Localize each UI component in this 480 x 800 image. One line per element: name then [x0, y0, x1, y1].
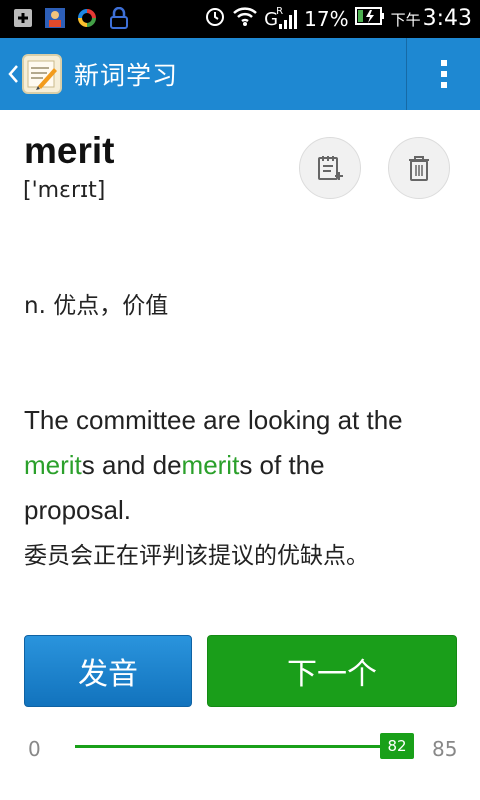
- wifi-icon: [232, 5, 258, 32]
- battery-icon: [354, 6, 385, 31]
- status-bar: G R 17% 下午3:43: [0, 0, 480, 38]
- action-bar: 新词学习: [0, 38, 480, 110]
- add-to-notebook-button[interactable]: [299, 137, 361, 199]
- signal-icon: G R: [264, 5, 298, 30]
- word-phonetic: ['mɛrɪt]: [23, 178, 106, 203]
- example-sentence: The committee are looking at the merits …: [24, 398, 464, 533]
- add-note-icon: [318, 156, 343, 180]
- delete-word-button[interactable]: [388, 137, 450, 199]
- clock: 下午3:43: [391, 6, 472, 31]
- sync-icon: [76, 7, 98, 29]
- example-text: s and de: [81, 450, 182, 480]
- example-highlight: merit: [181, 450, 240, 480]
- progress-min-label: 0: [28, 737, 41, 761]
- example-highlight: merit: [24, 450, 82, 480]
- app-logo-icon: [22, 54, 62, 94]
- progress-max-label: 85: [432, 737, 458, 761]
- trash-icon: [409, 156, 429, 181]
- roaming-label: R: [276, 5, 284, 17]
- lock-icon: [108, 7, 130, 29]
- example-line-2: merits and demerits of the: [24, 443, 464, 488]
- contacts-icon: [44, 7, 66, 29]
- more-vertical-icon: [440, 60, 447, 88]
- word-definition: n. 优点，价值: [24, 293, 169, 319]
- example-translation: 委员会正在评判该提议的优缺点。: [24, 543, 369, 569]
- pronounce-button[interactable]: 发音: [24, 635, 192, 707]
- time-value: 3:43: [422, 6, 472, 31]
- example-text: s of the: [239, 450, 325, 480]
- time-prefix: 下午: [390, 11, 421, 29]
- progress-track[interactable]: [75, 745, 405, 748]
- example-line-1: The committee are looking at the: [24, 405, 403, 435]
- overflow-menu-button[interactable]: [407, 38, 480, 110]
- alarm-icon: [204, 5, 226, 32]
- battery-percent: 17%: [304, 6, 349, 31]
- next-word-button[interactable]: 下一个: [207, 635, 457, 707]
- back-button[interactable]: 新词学习: [0, 38, 405, 110]
- plus-box-icon: [12, 7, 34, 29]
- progress-thumb[interactable]: 82: [380, 733, 414, 759]
- example-line-3: proposal.: [24, 495, 131, 525]
- page-title: 新词学习: [74, 61, 179, 90]
- chevron-left-icon: [8, 65, 18, 83]
- progress-fill: [75, 745, 393, 748]
- word-title: merit: [24, 130, 115, 171]
